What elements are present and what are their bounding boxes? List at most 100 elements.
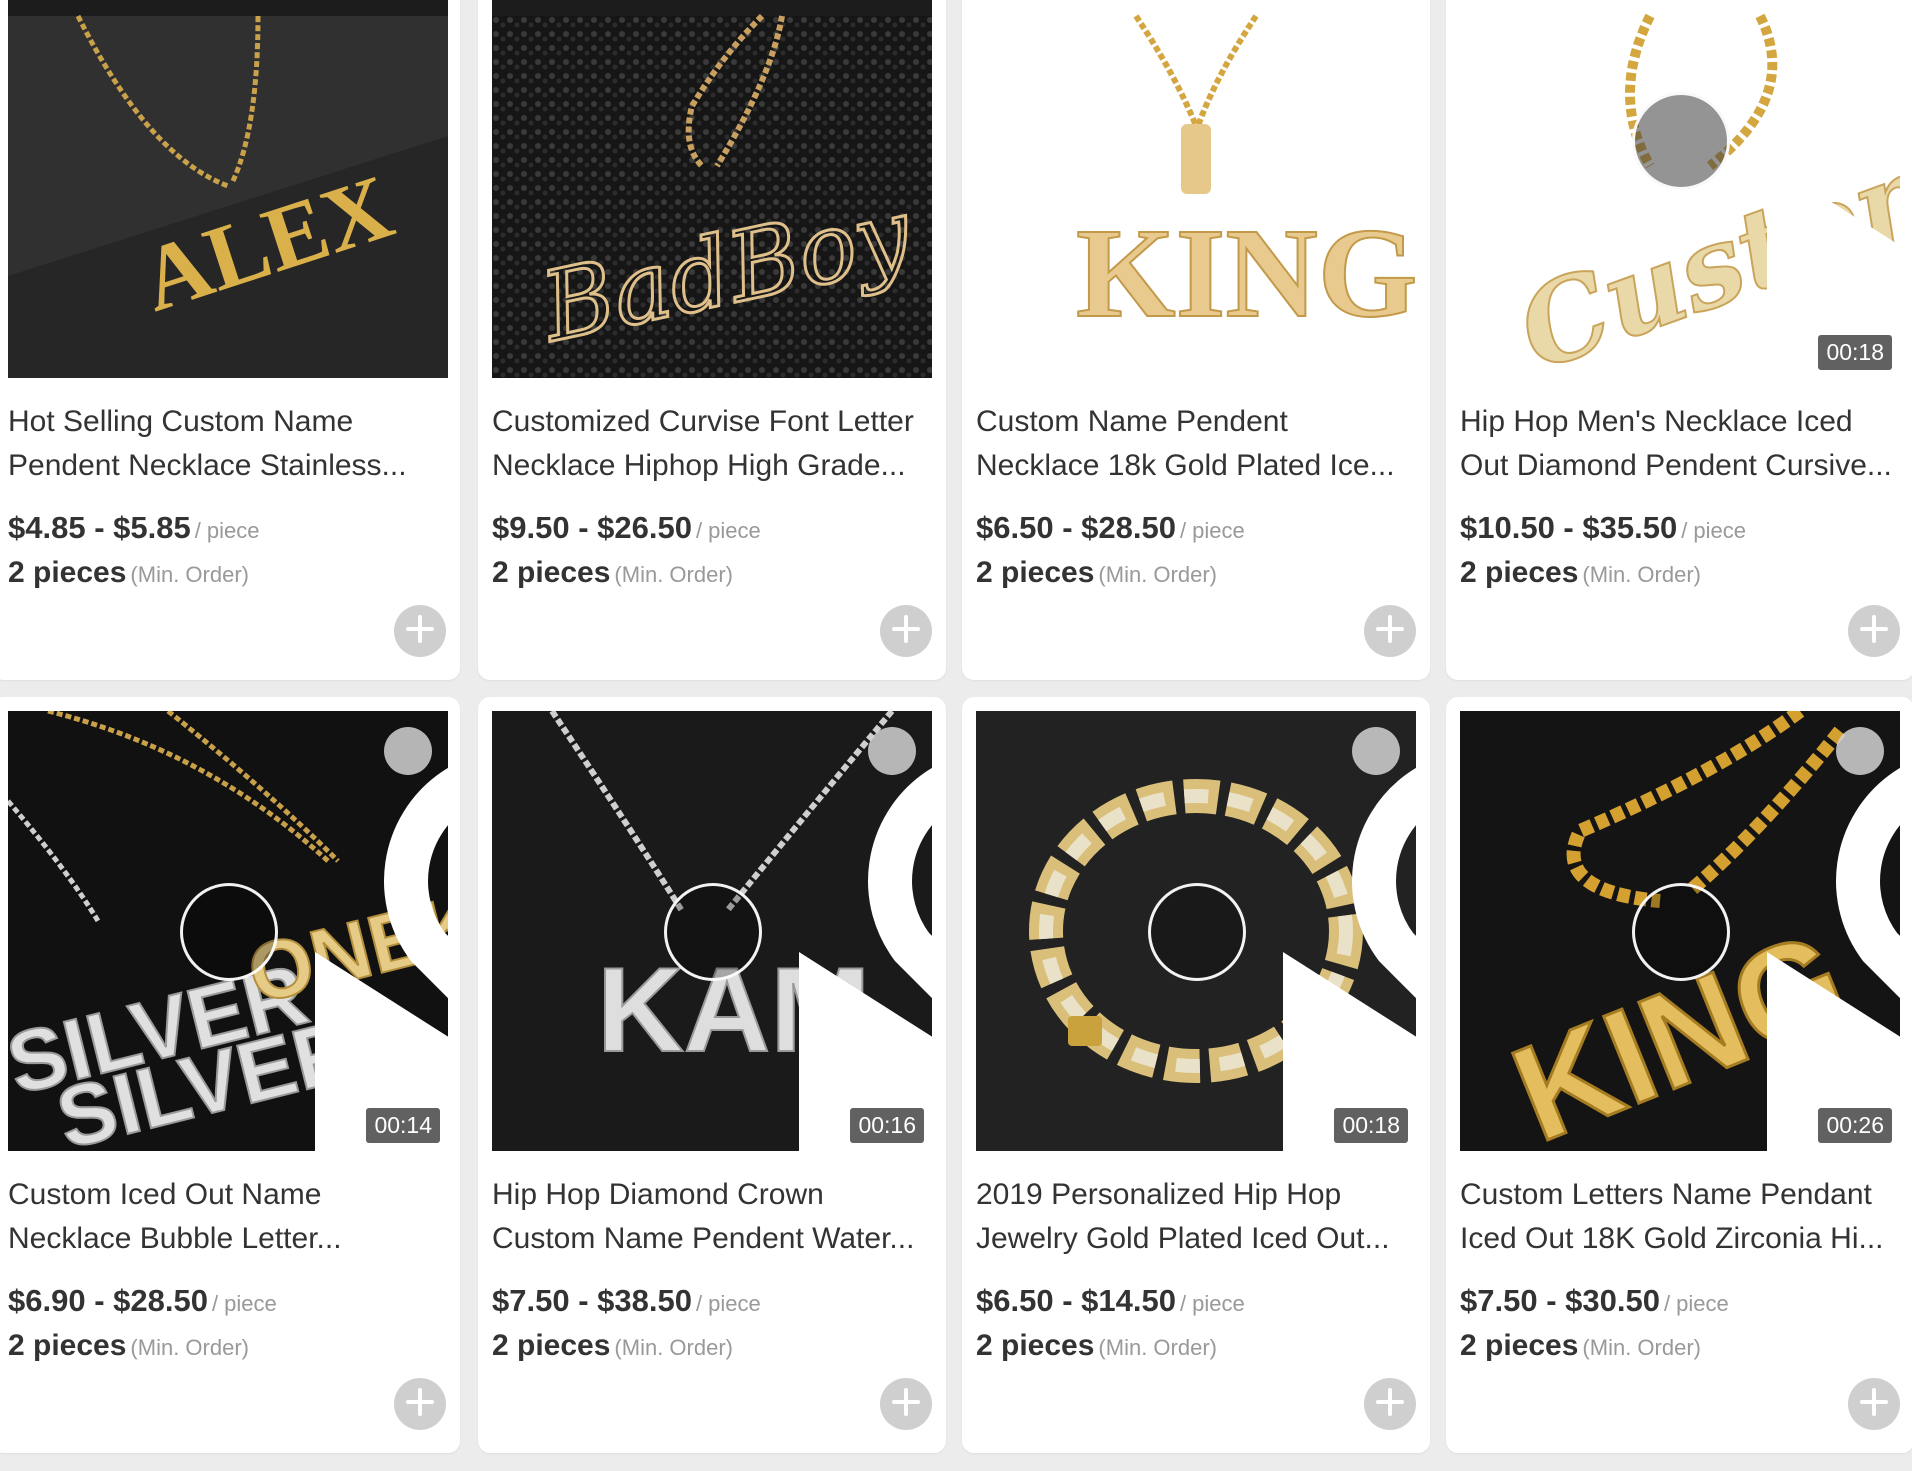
- plus-icon: [1857, 1385, 1891, 1424]
- product-image[interactable]: ALEX: [8, 0, 448, 378]
- product-price: $9.50 - $26.50: [492, 510, 692, 545]
- product-price: $6.50 - $14.50: [976, 1283, 1176, 1318]
- necklace-image: ALEX: [8, 14, 448, 378]
- play-video-button[interactable]: [664, 883, 932, 1151]
- product-title-line2[interactable]: Out Diamond Pendent Cursive...: [1460, 444, 1912, 488]
- product-price: $4.85 - $5.85: [8, 510, 191, 545]
- favorite-button[interactable]: [384, 727, 448, 999]
- price-unit: / piece: [1179, 518, 1245, 543]
- moq-row: 2 pieces (Min. Order): [8, 556, 249, 590]
- min-order-label: (Min. Order): [614, 562, 733, 587]
- plus-icon: [1373, 1385, 1407, 1424]
- product-title[interactable]: 2019 Personalized Hip Hop: [976, 1173, 1428, 1217]
- plus-icon: [889, 612, 923, 651]
- product-card[interactable]: ALEX Hot Selling Custom Name Pendent Nec…: [0, 0, 460, 680]
- add-to-cart-button[interactable]: [1364, 1378, 1416, 1430]
- favorite-button[interactable]: [1836, 727, 1900, 999]
- product-title[interactable]: Hot Selling Custom Name: [8, 400, 460, 444]
- product-title[interactable]: Hip Hop Men's Necklace Iced: [1460, 400, 1912, 444]
- min-order-label: (Min. Order): [130, 562, 249, 587]
- price-unit: / piece: [695, 518, 761, 543]
- min-order-qty: 2 pieces: [492, 556, 611, 589]
- min-order-qty: 2 pieces: [8, 556, 127, 589]
- product-title[interactable]: Custom Letters Name Pendant: [1460, 1173, 1912, 1217]
- product-image[interactable]: KING: [976, 0, 1416, 378]
- product-price: $10.50 - $35.50: [1460, 510, 1678, 545]
- add-to-cart-button[interactable]: [394, 1378, 446, 1430]
- product-card[interactable]: KING Custom Name Pendent Necklace 18k Go…: [962, 0, 1430, 680]
- add-to-cart-button[interactable]: [1848, 605, 1900, 657]
- product-title-line2[interactable]: Necklace Hiphop High Grade...: [492, 444, 944, 488]
- moq-row: 2 pieces (Min. Order): [492, 556, 733, 590]
- play-video-button[interactable]: [180, 883, 448, 1151]
- price-row: $4.85 - $5.85/ piece: [8, 510, 260, 546]
- plus-icon: [403, 1385, 437, 1424]
- product-title-line2[interactable]: Jewelry Gold Plated Iced Out...: [976, 1217, 1428, 1261]
- plus-icon: [889, 1385, 923, 1424]
- moq-row: 2 pieces (Min. Order): [492, 1329, 733, 1363]
- price-row: $6.50 - $14.50/ piece: [976, 1283, 1245, 1319]
- product-image[interactable]: Custom 00:18: [1460, 0, 1900, 378]
- product-image[interactable]: BadBoy: [492, 0, 932, 378]
- product-title-line2[interactable]: Necklace Bubble Letter...: [8, 1217, 460, 1261]
- min-order-qty: 2 pieces: [976, 556, 1095, 589]
- min-order-label: (Min. Order): [1098, 1335, 1217, 1360]
- price-unit: / piece: [211, 1291, 277, 1316]
- price-row: $6.90 - $28.50/ piece: [8, 1283, 277, 1319]
- product-title[interactable]: Custom Iced Out Name: [8, 1173, 460, 1217]
- plus-icon: [1857, 612, 1891, 651]
- price-unit: / piece: [1663, 1291, 1729, 1316]
- product-title[interactable]: Hip Hop Diamond Crown: [492, 1173, 944, 1217]
- price-row: $7.50 - $30.50/ piece: [1460, 1283, 1729, 1319]
- product-price: $6.50 - $28.50: [976, 510, 1176, 545]
- add-to-cart-button[interactable]: [880, 605, 932, 657]
- product-price: $7.50 - $38.50: [492, 1283, 692, 1318]
- necklace-image: KING: [976, 14, 1416, 378]
- add-to-cart-button[interactable]: [880, 1378, 932, 1430]
- price-row: $7.50 - $38.50/ piece: [492, 1283, 761, 1319]
- moq-row: 2 pieces (Min. Order): [8, 1329, 249, 1363]
- min-order-qty: 2 pieces: [1460, 1329, 1579, 1362]
- product-image[interactable]: KAM 00:16: [492, 711, 932, 1151]
- product-card[interactable]: KAM 00:16 Hip Hop Diamond Crown Custom N…: [478, 697, 946, 1453]
- product-card[interactable]: KING 00:26 Custom Letters Name Pendant I…: [1446, 697, 1912, 1453]
- moq-row: 2 pieces (Min. Order): [976, 1329, 1217, 1363]
- video-duration: 00:18: [1818, 335, 1892, 370]
- add-to-cart-button[interactable]: [1848, 1378, 1900, 1430]
- moq-row: 2 pieces (Min. Order): [1460, 1329, 1701, 1363]
- min-order-qty: 2 pieces: [976, 1329, 1095, 1362]
- min-order-label: (Min. Order): [614, 1335, 733, 1360]
- play-video-button[interactable]: [1148, 883, 1416, 1151]
- video-duration: 00:14: [366, 1108, 440, 1143]
- price-unit: / piece: [695, 1291, 761, 1316]
- favorite-button[interactable]: [1352, 727, 1416, 999]
- add-to-cart-button[interactable]: [394, 605, 446, 657]
- plus-icon: [403, 612, 437, 651]
- product-title[interactable]: Custom Name Pendent: [976, 400, 1428, 444]
- video-duration: 00:18: [1334, 1108, 1408, 1143]
- favorite-button[interactable]: [868, 727, 932, 999]
- product-card[interactable]: 00:18 2019 Personalized Hip Hop Jewelry …: [962, 697, 1430, 1453]
- price-unit: / piece: [194, 518, 260, 543]
- product-title-line2[interactable]: Necklace 18k Gold Plated Ice...: [976, 444, 1428, 488]
- product-card[interactable]: SILVER SILVER ONEK 00:14 Custom Iced Out…: [0, 697, 460, 1453]
- play-video-button[interactable]: [1632, 883, 1900, 1151]
- pendant-text: KING: [1076, 202, 1416, 344]
- product-title-line2[interactable]: Iced Out 18K Gold Zirconia Hi...: [1460, 1217, 1912, 1261]
- price-row: $10.50 - $35.50/ piece: [1460, 510, 1746, 546]
- product-image[interactable]: SILVER SILVER ONEK 00:14: [8, 711, 448, 1151]
- product-price: $6.90 - $28.50: [8, 1283, 208, 1318]
- product-image[interactable]: 00:18: [976, 711, 1416, 1151]
- product-title[interactable]: Customized Curvise Font Letter: [492, 400, 944, 444]
- product-title-line2[interactable]: Custom Name Pendent Water...: [492, 1217, 944, 1261]
- product-card[interactable]: BadBoy Customized Curvise Font Letter Ne…: [478, 0, 946, 680]
- add-to-cart-button[interactable]: [1364, 605, 1416, 657]
- price-row: $9.50 - $26.50/ piece: [492, 510, 761, 546]
- min-order-label: (Min. Order): [1582, 562, 1701, 587]
- price-row: $6.50 - $28.50/ piece: [976, 510, 1245, 546]
- product-card[interactable]: Custom 00:18 Hip Hop Men's Necklace Iced…: [1446, 0, 1912, 680]
- play-video-button[interactable]: [1632, 92, 1900, 378]
- min-order-qty: 2 pieces: [8, 1329, 127, 1362]
- product-image[interactable]: KING 00:26: [1460, 711, 1900, 1151]
- product-title-line2[interactable]: Pendent Necklace Stainless...: [8, 444, 460, 488]
